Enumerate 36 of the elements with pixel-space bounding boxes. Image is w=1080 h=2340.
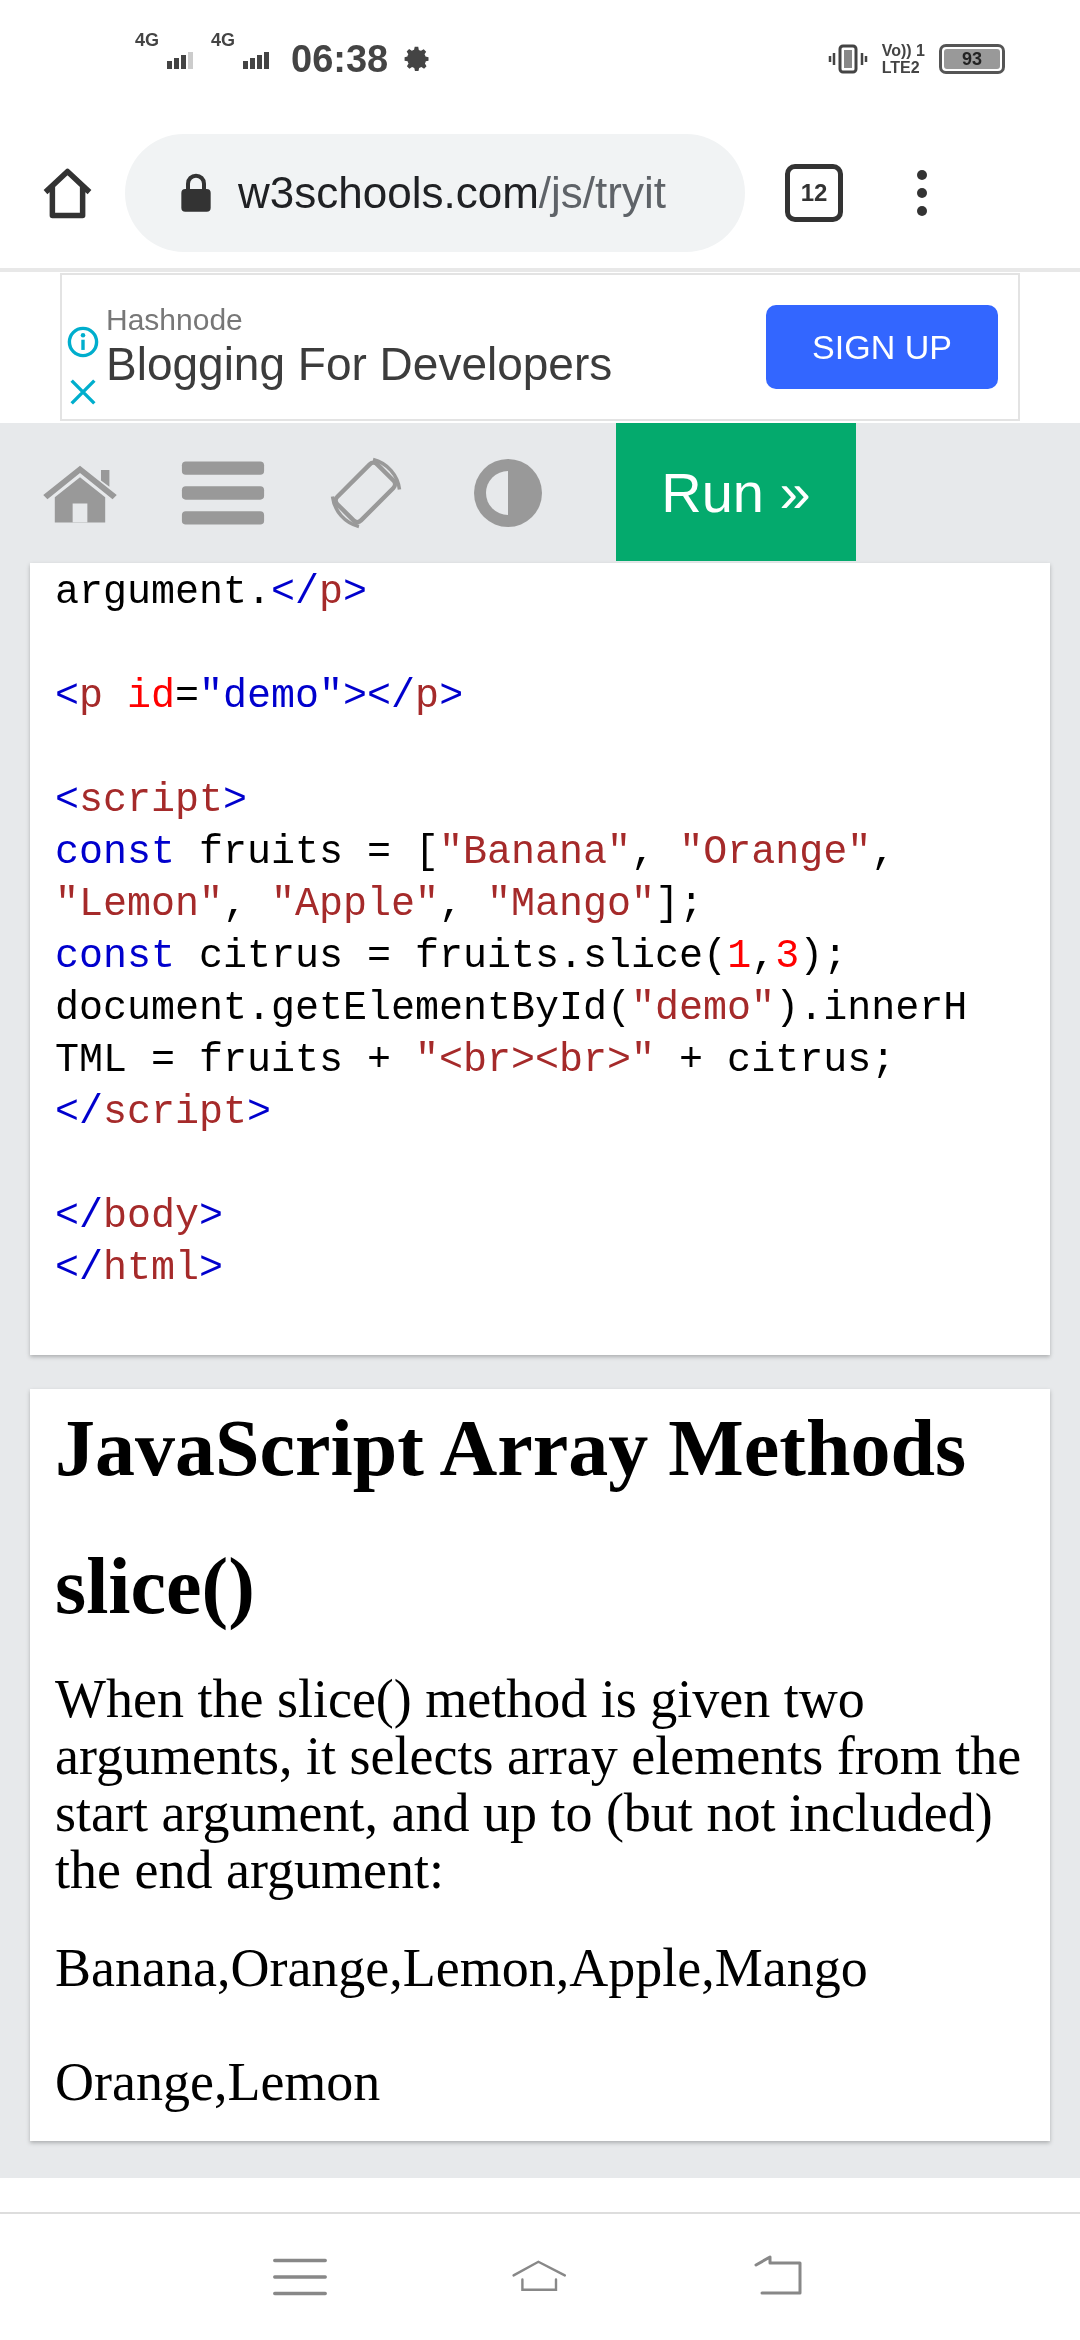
ad-banner[interactable]: Hashnode Blogging For Developers SIGN UP [60, 273, 1020, 421]
ad-headline: Blogging For Developers [106, 337, 614, 391]
code-line: <script> [55, 777, 249, 825]
result-output: Banana,Orange,Lemon,Apple,Mango [55, 1939, 869, 1997]
battery-level: 93 [944, 49, 1000, 69]
code-line: "Lemon", "Apple", "Mango"]; [55, 881, 705, 929]
vibrate-icon [827, 43, 868, 75]
code-line: TML = fruits + "<br><br>" + citrus; [55, 1037, 897, 1085]
clock-time: 06:38 [291, 37, 389, 81]
code-line: </script> [55, 1089, 273, 1137]
code-line: const citrus = fruits.slice(1,3); [55, 933, 849, 981]
code-line: document.getElementById("demo").innerH [55, 985, 969, 1033]
url-text: w3schools.com/js/tryit [238, 168, 666, 218]
network-label: 4G [211, 29, 236, 51]
code-line: const fruits = ["Banana", "Orange", [55, 829, 897, 877]
info-icon[interactable] [66, 325, 100, 359]
code-line: </html> [55, 1245, 225, 1293]
lte-label: LTE2 [881, 59, 921, 76]
code-line: <p id="demo"></p> [55, 673, 465, 721]
result-paragraph: When the slice() method is given two arguments, it selects array elements from the start argument, and up to (but not included) the end argument: [55, 1671, 1023, 1899]
code-line: </body> [55, 1193, 225, 1241]
signal-bars-icon [165, 49, 195, 69]
tab-count-button[interactable]: 12 [785, 164, 843, 222]
code-editor[interactable] [30, 563, 1050, 1355]
volte-label: Vo)) 1 [881, 42, 925, 59]
more-options-icon[interactable] [915, 169, 929, 217]
sign-up-button[interactable]: SIGN UP [766, 305, 998, 389]
lock-icon [180, 173, 212, 213]
result-output: Orange,Lemon [55, 2053, 382, 2111]
network-label: 4G [135, 29, 159, 51]
code-line: argument.</p> [55, 569, 369, 617]
result-heading: JavaScript Array Methods [55, 1403, 967, 1493]
signal-bars-icon [241, 49, 272, 69]
advertiser-name: Hashnode [106, 303, 244, 337]
result-subheading: slice() [55, 1541, 256, 1631]
address-bar[interactable]: w3schools.com/js/tryit [125, 134, 745, 252]
